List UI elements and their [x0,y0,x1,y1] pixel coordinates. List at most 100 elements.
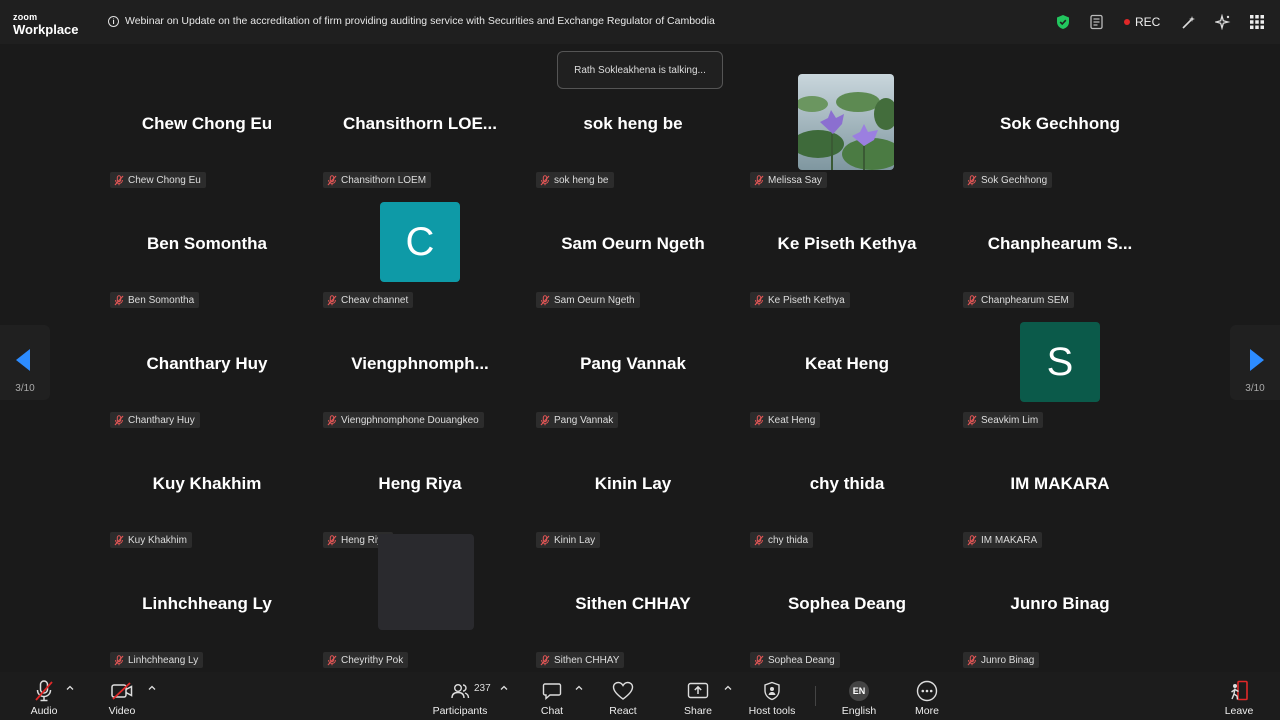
annotate-icon[interactable] [1181,0,1197,44]
meeting-info[interactable]: i Webinar on Update on the accreditation… [108,15,715,27]
logo-bottom-text: Workplace [13,22,79,37]
mic-muted-icon [114,414,124,425]
participant-tile[interactable]: IM MAKARA IM MAKARA [960,428,1160,548]
participant-name-label: Cheav channet [341,294,409,306]
participant-tile[interactable]: Heng Riya Heng Riya [320,428,520,548]
mic-muted-icon [754,654,764,665]
participant-name-tag: Linhchheang Ly [110,652,204,668]
toolbar-divider [815,686,816,706]
participant-display-name: Linhchheang Ly [142,594,272,613]
language-button[interactable]: EN English [838,672,880,720]
participant-tile[interactable]: Linhchheang Ly Linhchheang Ly [107,548,307,668]
participant-display-name: Ke Piseth Kethya [777,234,917,253]
participant-tile[interactable]: Sok Gechhong Sok Gechhong [960,68,1160,188]
participant-tile[interactable]: C Cheav channet [320,188,520,308]
participant-name-label: chy thida [768,534,809,546]
participants-options-chevron-icon[interactable] [500,684,508,692]
participant-tile[interactable]: Viengphnomph... Viengphnomphone Douangkeo [320,308,520,428]
encryption-shield-icon[interactable] [1056,0,1070,44]
next-page-button[interactable]: 3/10 [1230,325,1280,400]
chat-button[interactable]: Chat [536,672,568,720]
logo-top-text: zoom [13,12,38,22]
participant-name-label: Cheyrithy Pok [341,654,404,666]
language-badge-icon: EN [849,681,869,701]
participant-name-tag: Sam Oeurn Ngeth [536,292,640,308]
participant-name-tag: Keat Heng [750,412,821,428]
mic-muted-icon [327,414,337,425]
host-tools-button[interactable]: Host tools [746,672,798,720]
participant-name-tag: Sok Gechhong [963,172,1053,188]
meeting-title: Webinar on Update on the accreditation o… [125,15,715,27]
participant-tile[interactable]: Chew Chong Eu Chew Chong Eu [107,68,307,188]
video-button[interactable]: Video [104,672,140,720]
mic-muted-icon [754,534,764,545]
participant-display-name: Sok Gechhong [1000,114,1120,133]
info-icon[interactable]: i [108,15,119,27]
participant-tile[interactable]: Ke Piseth Kethya Ke Piseth Kethya [747,188,947,308]
ai-companion-icon[interactable] [1215,0,1231,44]
participant-video-blank [378,534,474,630]
more-dots-icon [916,678,938,704]
leave-button[interactable]: Leave [1222,672,1256,720]
react-button[interactable]: React [606,672,640,720]
participant-name-tag: Ben Somontha [110,292,200,308]
more-button[interactable]: More [910,672,944,720]
chat-options-chevron-icon[interactable] [575,684,583,692]
participant-tile[interactable]: Sam Oeurn Ngeth Sam Oeurn Ngeth [533,188,733,308]
participant-tile[interactable]: Chanphearum S... Chanphearum SEM [960,188,1160,308]
participant-name-label: Keat Heng [768,414,816,426]
participant-display-name: Sam Oeurn Ngeth [561,234,705,253]
participant-display-name: Junro Binag [1010,594,1110,613]
participant-name-tag: Viengphnomphone Douangkeo [323,412,484,428]
share-button[interactable]: Share [682,672,714,720]
participant-tile[interactable]: Chansithorn LOE... Chansithorn LOEM [320,68,520,188]
participants-label: Participants [432,705,488,717]
participant-display-name: Sithen CHHAY [575,594,691,613]
participant-name-tag: Seavkim Lim [963,412,1044,428]
video-options-chevron-icon[interactable] [148,684,156,692]
mic-muted-icon [967,654,977,665]
participant-name-label: Ben Somontha [128,294,195,306]
mic-muted-icon [114,294,124,305]
participant-display-name: chy thida [809,474,885,493]
previous-page-button[interactable]: 3/10 [0,325,50,400]
participant-tile[interactable]: Melissa Say [747,68,947,188]
share-options-chevron-icon[interactable] [724,684,732,692]
recording-indicator[interactable]: REC [1124,0,1160,44]
participant-name-tag: Chanthary Huy [110,412,200,428]
participant-tile[interactable]: Sithen CHHAY Sithen CHHAY [533,548,733,668]
participant-tile[interactable]: S Seavkim Lim [960,308,1160,428]
participants-button[interactable]: Participants [428,672,492,720]
participant-tile[interactable]: Junro Binag Junro Binag [960,548,1160,668]
participant-tile[interactable]: Keat Heng Keat Heng [747,308,947,428]
participant-display-name: Chansithorn LOE... [343,114,497,133]
participant-name-tag: Sophea Deang [750,652,840,668]
mic-muted-icon [114,654,124,665]
mic-muted-icon [540,654,550,665]
participant-tile[interactable]: Sophea Deang Sophea Deang [747,548,947,668]
audio-options-chevron-icon[interactable] [66,684,74,692]
participant-name-label: Ke Piseth Kethya [768,294,845,306]
mic-muted-icon [754,174,764,185]
mic-muted-icon [114,174,124,185]
participant-name-label: Chanphearum SEM [981,294,1069,306]
participant-tile[interactable]: Kinin Lay Kinin Lay [533,428,733,548]
participant-tile[interactable]: chy thida chy thida [747,428,947,548]
participant-tile[interactable]: Pang Vannak Pang Vannak [533,308,733,428]
participant-tile[interactable]: Kuy Khakhim Kuy Khakhim [107,428,307,548]
mic-muted-icon [327,534,337,545]
apps-grid-icon[interactable] [1250,0,1264,44]
participant-tile[interactable]: Ben Somontha Ben Somontha [107,188,307,308]
participant-tile[interactable]: Chanthary Huy Chanthary Huy [107,308,307,428]
participant-tile[interactable]: sok heng be sok heng be [533,68,733,188]
participant-display-name: Chanthary Huy [146,354,268,373]
recording-dot-icon [1124,19,1130,25]
participant-tile[interactable]: Cheyrithy Pok [320,534,520,668]
top-bar: zoom Workplace i Webinar on Update on th… [0,0,1280,44]
notes-icon[interactable] [1089,0,1105,44]
participants-icon [450,678,470,704]
audio-button[interactable]: Audio [26,672,62,720]
participant-name-tag: chy thida [750,532,814,548]
participant-name-tag: IM MAKARA [963,532,1043,548]
participant-name-tag: sok heng be [536,172,614,188]
